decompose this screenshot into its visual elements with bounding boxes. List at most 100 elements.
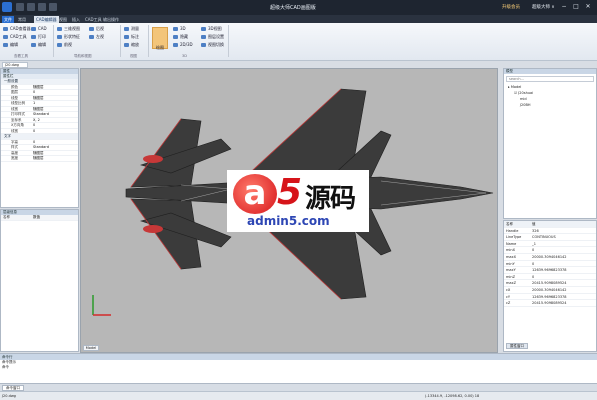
view-switch-icon: [201, 43, 206, 47]
prop-row[interactable]: 宽度 随图层: [1, 156, 78, 162]
command-panel: 命令行 命令提示 命令: [0, 353, 597, 383]
attr-row[interactable]: Name _1: [504, 241, 596, 248]
cad-tools-icon: [3, 35, 8, 39]
attr-row[interactable]: minY 0: [504, 261, 596, 268]
3d-views-icon: [201, 27, 206, 31]
tree-search-input[interactable]: search...: [506, 76, 594, 82]
layer-table-header: 名称 数值: [1, 215, 78, 221]
attribute-window-tab[interactable]: 属性窗口: [506, 343, 528, 349]
zoom-icon: [124, 43, 129, 47]
print-quick-icon[interactable]: [27, 3, 35, 11]
undo-icon[interactable]: [38, 3, 46, 11]
attr-row[interactable]: cX 20000.3094046142: [504, 287, 596, 294]
tree-node-j20bh[interactable]: J20BH: [504, 102, 596, 108]
left-view-icon: [89, 35, 94, 39]
shape-button[interactable]: 形状特征: [56, 34, 80, 40]
dimension-icon: [124, 35, 129, 39]
layer-settings-button[interactable]: 图层设置: [200, 34, 224, 40]
attr-row[interactable]: cY 12639.9696823378: [504, 294, 596, 301]
divider: [120, 25, 121, 57]
attribute-panel: 名称值 Handle 326 LineType CONTINUOUS Name _1 …: [503, 220, 597, 352]
cad-viewer-icon: [3, 27, 8, 31]
status-coordinates: (-13344.9, -12098.62, 0.00) 18: [425, 394, 480, 398]
attr-row[interactable]: Handle 326: [504, 228, 596, 235]
status-bar: J20.dwg (-13344.9, -12098.62, 0.00) 18: [0, 391, 597, 400]
cad-tools-button[interactable]: CAD工具: [2, 34, 27, 40]
group-label-nav: 导航和视图: [74, 54, 92, 58]
model-tab[interactable]: Model: [83, 345, 99, 351]
2d3d-icon: [173, 43, 178, 47]
2d3d-button[interactable]: 2D/3D: [172, 42, 193, 48]
minimize-button[interactable]: −: [560, 3, 568, 11]
cad-icon: [31, 27, 36, 31]
tab-view[interactable]: 视图: [57, 16, 69, 23]
watermark-text: 源码: [305, 184, 356, 214]
measure-icon: [124, 27, 129, 31]
watermark-url: admin5.com: [247, 214, 330, 228]
attr-row[interactable]: minX 0: [504, 247, 596, 254]
back-view-button[interactable]: 后视: [88, 26, 104, 32]
zoom-button[interactable]: 缩放: [123, 42, 139, 48]
group-label-view: 视图: [130, 54, 137, 58]
menu-tabs: 文件 常用 CAD编辑器 视图 插入 CAD工具 输出操作: [0, 15, 597, 23]
attr-row[interactable]: maxZ 20415.9098089524: [504, 280, 596, 287]
print-icon: [31, 35, 36, 39]
attr-row[interactable]: minZ 0: [504, 274, 596, 281]
shape-icon: [57, 35, 62, 39]
model-tree-title: 模型: [504, 69, 596, 74]
attr-row[interactable]: LineType CONTINUOUS: [504, 234, 596, 241]
attr-row[interactable]: maxX 20000.3094046142: [504, 254, 596, 261]
cad-button[interactable]: CAD: [30, 26, 47, 32]
tab-home[interactable]: 常用: [16, 16, 28, 23]
bottom-tab-bar: 命令窗口: [0, 383, 597, 391]
hide-icon: [173, 35, 178, 39]
layer-info-panel: 层级信息 名称 数值: [0, 209, 79, 352]
divider: [148, 25, 149, 57]
redo-icon[interactable]: [49, 3, 57, 11]
tab-insert[interactable]: 插入: [70, 16, 82, 23]
group-label-view-tools: 查看工具: [14, 54, 28, 58]
cad-viewer-button[interactable]: CAD查看器: [2, 26, 31, 32]
hide-button[interactable]: 隐藏: [172, 34, 188, 40]
attr-row[interactable]: maxY 12639.9696823378: [504, 267, 596, 274]
front-view-icon: [57, 43, 62, 47]
edit2-button[interactable]: 编辑: [30, 42, 46, 48]
maximize-button[interactable]: □: [572, 3, 580, 11]
model-tree-panel: 模型 search... ▸ Model ☑ J20shuai mid J20B…: [503, 68, 597, 219]
window-title: 超级大师CAD画图版: [270, 5, 316, 11]
measure-button[interactable]: 测量: [123, 26, 139, 32]
print-button[interactable]: 打印: [30, 34, 46, 40]
ribbon-toolbar: CAD查看器 CAD工具 编辑 CAD 打印 编辑 查看工具 三维视图 形状特征…: [0, 23, 597, 61]
save-icon[interactable]: [16, 3, 24, 11]
3d-views-button[interactable]: 3D视图: [200, 26, 222, 32]
3d-view-icon: [57, 27, 62, 31]
close-button[interactable]: ✕: [584, 3, 592, 11]
watermark-5: 5: [277, 172, 303, 213]
3d-button[interactable]: 3D: [172, 26, 186, 32]
tab-cad-editor[interactable]: CAD编辑器: [34, 16, 59, 23]
tab-output[interactable]: 输出操作: [101, 16, 121, 23]
edit-button[interactable]: 编辑: [2, 42, 18, 48]
edit-icon: [3, 43, 8, 47]
front-view-button[interactable]: 前视: [56, 42, 72, 48]
group-label-3d: 3D: [182, 54, 187, 58]
status-file: J20.dwg: [2, 394, 16, 398]
watermark-logo: a 5 源码 admin5.com: [227, 170, 369, 232]
draw-button[interactable]: 绘图: [152, 27, 168, 50]
dimension-button[interactable]: 标注: [123, 34, 139, 40]
tab-file[interactable]: 文件: [2, 16, 14, 23]
back-view-icon: [89, 27, 94, 31]
divider: [53, 25, 54, 57]
app-logo-icon[interactable]: [2, 2, 12, 12]
view-switch-button[interactable]: 视图切换: [200, 42, 224, 48]
3d-icon: [173, 27, 178, 31]
attr-header: 名称值: [504, 221, 596, 228]
left-view-button[interactable]: 左视: [88, 34, 104, 40]
user-name[interactable]: 超级大师 ∨: [532, 4, 557, 10]
attr-row[interactable]: cZ 20415.9098089524: [504, 300, 596, 307]
command-input[interactable]: 命令: [0, 365, 597, 370]
properties-panel: 属性 属性栏 一般设置 颜色 随图层 图层 0 线型 随图层 线型比例 1 线宽 随图层 …: [0, 68, 79, 208]
3d-view-button[interactable]: 三维视图: [56, 26, 80, 32]
title-bar: 超级大师CAD画图版 升级会员 超级大师 ∨ − □ ✕: [0, 0, 597, 15]
layer-settings-icon: [201, 35, 206, 39]
